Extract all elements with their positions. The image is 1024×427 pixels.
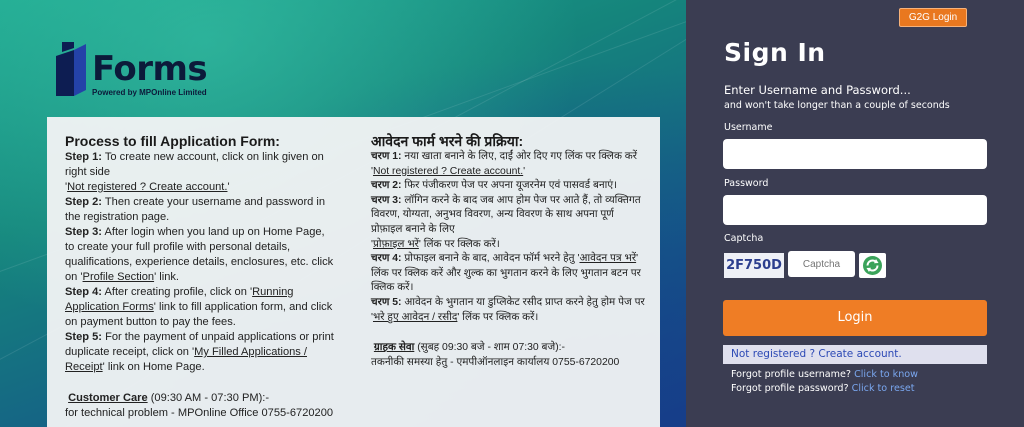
iforms-logo-icon [56,42,86,96]
filled-applications-link-hindi[interactable]: भरे हुए आवेदन / रसीद [373,312,457,323]
customer-care-title: Customer Care [68,392,148,404]
customer-care-title-hindi: ग्राहक सेवा [373,342,415,354]
refresh-icon [863,256,882,275]
step-1: Step 1: To create new account, click on … [65,151,324,193]
profile-link-hindi[interactable]: प्रोफ़ाइल भरें [373,239,419,250]
step-3-hindi: चरण 3: लॉगिन करने के बाद जब आप होम पेज प… [371,194,641,250]
instructions-title: Process to fill Application Form: [65,133,280,149]
instructions-english: Process to fill Application Form: Step 1… [65,133,335,421]
signin-subtitle-2: and won't take longer than a couple of s… [724,100,950,111]
forgot-username: Forgot profile username? Click to know [731,369,919,380]
step-4-hindi: चरण 4: प्रोफाइल बनाने के बाद, आवेदन फॉर्… [371,253,641,294]
logo-tagline: Powered by MPOnline Limited [92,88,207,97]
create-account-link-hindi[interactable]: Not registered ? Create account. [373,166,523,177]
customer-care-contact-hindi: तकनीकी समस्या हेतु - एमपीऑनलाइन कार्यालय… [371,356,620,368]
customer-care-contact: for technical problem - MPOnline Office … [65,407,334,419]
signin-title: Sign In [724,38,826,67]
step-4: Step 4: After creating profile, click on… [65,286,333,328]
captcha-label: Captcha [724,233,764,244]
instructions-title-hindi: आवेदन फार्म भरने की प्रक्रिया: [371,133,524,149]
forgot-password: Forgot profile password? Click to reset [731,383,915,394]
password-input[interactable] [723,195,987,225]
instructions-panel: Process to fill Application Form: Step 1… [47,117,660,427]
customer-care: Customer Care (09:30 AM - 07:30 PM):- [68,392,270,404]
username-label: Username [724,122,773,133]
forgot-password-link[interactable]: Click to reset [852,383,915,394]
create-account-link-inline[interactable]: Not registered ? Create account. [67,181,227,193]
step-1-hindi: चरण 1: नया खाता बनाने के लिए, दाईं ओर दि… [371,151,638,177]
application-form-link-hindi[interactable]: आवेदन पत्र भरें [579,253,636,264]
signin-subtitle: Enter Username and Password... [724,83,911,97]
step-5: Step 5: For the payment of unpaid applic… [65,331,334,373]
forgot-username-link[interactable]: Click to know [854,369,918,380]
g2g-login-button[interactable]: G2G Login [899,8,967,27]
profile-section-link[interactable]: Profile Section [83,271,155,283]
step-2: Step 2: Then create your username and pa… [65,196,326,223]
customer-care-hindi: ग्राहक सेवा (सुबह 09:30 बजे - शाम 07:30 … [373,342,565,354]
captcha-image: 2F750D [724,253,784,278]
create-account-link[interactable]: Not registered ? Create account. [723,345,987,364]
signin-panel: G2G Login Sign In Enter Username and Pas… [686,0,1024,427]
step-2-hindi: चरण 2: फिर पंजीकरण पेज पर अपना यूजरनेम ए… [371,180,618,192]
instructions-hindi: आवेदन फार्म भरने की प्रक्रिया: चरण 1: नय… [371,133,647,370]
password-label: Password [724,178,769,189]
username-input[interactable] [723,139,987,169]
step-5-hindi: चरण 5: आवेदन के भुगतान या डुप्लिकेट रसीद… [371,296,645,323]
login-button[interactable]: Login [723,300,987,336]
logo-text: Forms [92,49,208,89]
refresh-captcha-button[interactable] [859,253,886,278]
iforms-logo: Forms Powered by MPOnline Limited [52,42,222,102]
captcha-input[interactable] [788,251,855,277]
step-3: Step 3: After login when you land up on … [65,226,334,283]
